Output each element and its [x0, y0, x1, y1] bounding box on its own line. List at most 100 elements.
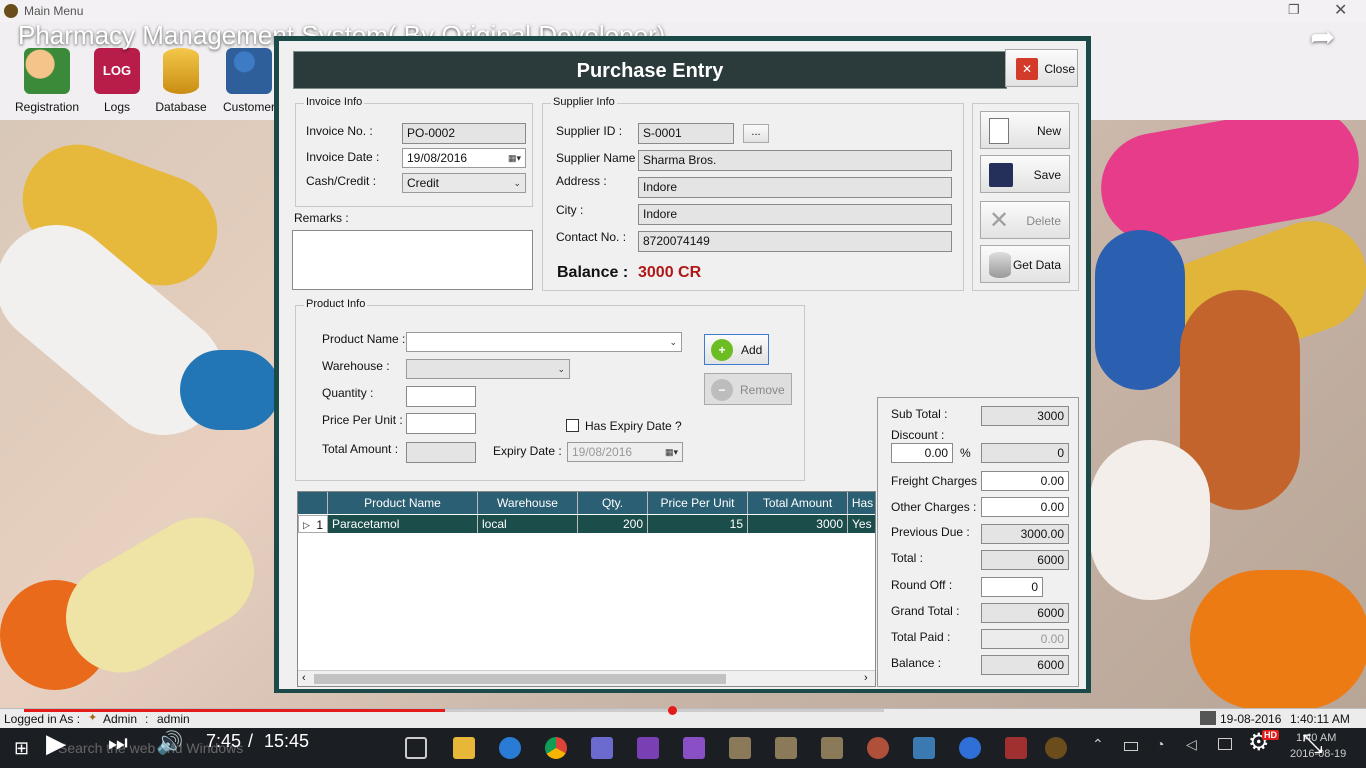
- role-label: Admin: [103, 712, 138, 726]
- products-grid[interactable]: Product Name Warehouse Qty. Price Per Un…: [297, 491, 876, 687]
- grid-header-total[interactable]: Total Amount: [748, 492, 848, 514]
- new-button[interactable]: New: [980, 111, 1070, 149]
- database-icon: [163, 48, 199, 94]
- cell-product-name[interactable]: Paracetamol: [328, 515, 478, 533]
- contact-field[interactable]: 8720074149: [638, 231, 952, 252]
- grid-header-warehouse[interactable]: Warehouse: [478, 492, 578, 514]
- product-name-select[interactable]: ⌄: [406, 332, 682, 352]
- table-row[interactable]: ▷ 1: [298, 515, 328, 533]
- volume-icon[interactable]: 🔊: [156, 730, 183, 756]
- cell-qty[interactable]: 200: [578, 515, 648, 533]
- save-button[interactable]: Save: [980, 155, 1070, 193]
- grid-header-price[interactable]: Price Per Unit: [648, 492, 748, 514]
- totals-panel: Sub Total : 3000 Discount : 0.00 % 0 Fre…: [877, 397, 1079, 687]
- notification-icon[interactable]: [1218, 738, 1232, 750]
- supplier-id-field[interactable]: S-0001: [638, 123, 734, 144]
- next-icon[interactable]: ⏭: [108, 730, 128, 756]
- warehouse-select[interactable]: ⌄: [406, 359, 570, 379]
- database-button[interactable]: Database: [146, 48, 216, 114]
- db-tool-icon[interactable]: [1005, 737, 1027, 759]
- remove-button[interactable]: − Remove: [704, 373, 792, 405]
- play-icon[interactable]: ▶: [46, 728, 66, 759]
- supplier-name-field[interactable]: Sharma Bros.: [638, 150, 952, 171]
- round-off-field[interactable]: 0: [981, 577, 1043, 597]
- task-view-icon[interactable]: [405, 737, 427, 759]
- pharmacy-app-icon[interactable]: [1045, 737, 1067, 759]
- address-field[interactable]: Indore: [638, 177, 952, 198]
- cell-total[interactable]: 3000: [748, 515, 848, 533]
- infinity-app-icon[interactable]: [591, 737, 613, 759]
- tools-3-icon[interactable]: [821, 737, 843, 759]
- main-menu-title: Main Menu: [24, 4, 84, 18]
- balance-field[interactable]: 6000: [981, 655, 1069, 675]
- scrollbar-thumb[interactable]: [314, 674, 726, 684]
- remarks-textarea[interactable]: [292, 230, 533, 290]
- quantity-field[interactable]: [406, 386, 476, 407]
- horizontal-scrollbar[interactable]: ‹ ›: [298, 670, 875, 686]
- total-field[interactable]: 6000: [981, 550, 1069, 570]
- app-icon: [4, 4, 18, 18]
- calendar-icon[interactable]: ▦▾: [508, 153, 521, 164]
- has-expiry-checkbox[interactable]: [566, 419, 579, 432]
- other-charges-field[interactable]: 0.00: [981, 497, 1069, 517]
- delete-label: Delete: [1026, 214, 1061, 228]
- battery-icon[interactable]: [1124, 742, 1138, 751]
- cash-credit-select[interactable]: Credit ⌄: [402, 173, 526, 193]
- pill-white-right: [1090, 440, 1210, 600]
- grid-header-qty[interactable]: Qty.: [578, 492, 648, 514]
- edge-icon[interactable]: [499, 737, 521, 759]
- sub-total-field[interactable]: 3000: [981, 406, 1069, 426]
- get-data-label: Get Data: [1012, 258, 1061, 272]
- delete-button[interactable]: ✕ Delete: [980, 201, 1070, 239]
- file-explorer-icon[interactable]: [453, 737, 475, 759]
- city-field[interactable]: Indore: [638, 204, 952, 225]
- tools-2-icon[interactable]: [775, 737, 797, 759]
- cell-price[interactable]: 15: [648, 515, 748, 533]
- calendar-icon: ▦▾: [664, 447, 678, 457]
- teamviewer-icon[interactable]: [959, 737, 981, 759]
- invoice-date-picker[interactable]: 19/08/2016 ▦▾: [402, 148, 526, 168]
- log-icon: LOG: [94, 48, 140, 94]
- customer-icon: [226, 48, 272, 94]
- tray-up-icon[interactable]: ⌃: [1092, 736, 1104, 753]
- get-data-button[interactable]: Get Data: [980, 245, 1070, 283]
- visual-studio-2-icon[interactable]: [683, 737, 705, 759]
- price-per-unit-field[interactable]: [406, 413, 476, 434]
- browse-supplier-button[interactable]: ...: [743, 124, 769, 143]
- save-icon: [989, 163, 1013, 187]
- close-button[interactable]: ✕ Close: [1005, 49, 1078, 87]
- logs-button[interactable]: LOG Logs: [82, 48, 152, 114]
- speaker-tray-icon[interactable]: ◁: [1186, 736, 1197, 753]
- close-window-icon[interactable]: ✕: [1334, 0, 1347, 20]
- total-amount-field[interactable]: [406, 442, 476, 463]
- exit-fullscreen-icon[interactable]: ⤡: [1302, 728, 1323, 760]
- share-icon[interactable]: ➦: [1310, 20, 1335, 55]
- scroll-left-icon[interactable]: ‹: [302, 672, 306, 684]
- tools-icon[interactable]: [729, 737, 751, 759]
- discount-percent-field[interactable]: 0.00: [891, 443, 953, 463]
- has-expiry-label: Has Expiry Date ?: [585, 419, 682, 433]
- freight-field[interactable]: 0.00: [981, 471, 1069, 491]
- registration-button[interactable]: Registration: [12, 48, 82, 114]
- grid-header-product-name[interactable]: Product Name: [328, 492, 478, 514]
- wifi-icon[interactable]: ◔: [1156, 736, 1164, 752]
- video-progress-handle[interactable]: [668, 706, 677, 715]
- visual-studio-icon[interactable]: [637, 737, 659, 759]
- restore-icon[interactable]: ❐: [1288, 2, 1300, 18]
- settings-app-icon[interactable]: [867, 737, 889, 759]
- scroll-right-icon[interactable]: ›: [864, 672, 868, 684]
- network-app-icon[interactable]: [913, 737, 935, 759]
- invoice-no-field[interactable]: PO-0002: [402, 123, 526, 144]
- previous-due-field[interactable]: 3000.00: [981, 524, 1069, 544]
- cell-has-expiry[interactable]: Yes: [848, 515, 875, 533]
- grand-total-field[interactable]: 6000: [981, 603, 1069, 623]
- cell-warehouse[interactable]: local: [478, 515, 578, 533]
- windows-start-icon[interactable]: ⊞: [14, 738, 29, 759]
- discount-amount-field[interactable]: 0: [981, 443, 1069, 463]
- total-paid-field[interactable]: 0.00: [981, 629, 1069, 649]
- grid-header-has[interactable]: Has: [848, 492, 875, 514]
- video-progress-bar[interactable]: [24, 709, 884, 712]
- expiry-date-picker[interactable]: 19/08/2016 ▦▾: [567, 442, 683, 462]
- chrome-icon[interactable]: [545, 737, 567, 759]
- add-button[interactable]: + Add: [704, 334, 769, 365]
